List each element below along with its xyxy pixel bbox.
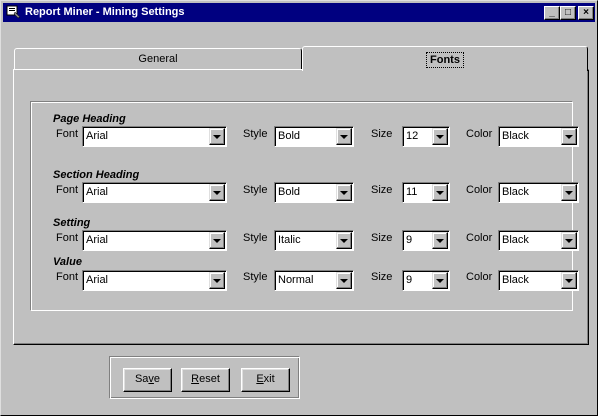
- style-label: Style: [243, 232, 268, 244]
- chevron-down-icon[interactable]: [209, 184, 225, 201]
- tab-fonts[interactable]: Fonts: [302, 46, 588, 71]
- value-size-value: 9: [406, 274, 413, 286]
- section-heading-size-select[interactable]: 11: [402, 182, 450, 203]
- page-heading-style-select[interactable]: Bold: [274, 126, 354, 147]
- size-label: Size: [371, 271, 393, 283]
- font-label: Font: [56, 184, 79, 196]
- page-heading-size-value: 12: [406, 130, 419, 142]
- chevron-down-icon[interactable]: [336, 272, 352, 289]
- value-style-select[interactable]: Normal: [274, 270, 354, 291]
- chevron-down-icon[interactable]: [209, 232, 225, 249]
- maximize-icon: □: [564, 7, 572, 18]
- chevron-down-icon[interactable]: [561, 184, 577, 201]
- chevron-down-icon[interactable]: [432, 128, 448, 145]
- exit-label-post: xit: [263, 373, 275, 385]
- value-size-select[interactable]: 9: [402, 270, 450, 291]
- section-title-setting: Setting: [53, 217, 91, 229]
- maximize-button[interactable]: □: [560, 6, 576, 20]
- value-color-select[interactable]: Black: [498, 270, 579, 291]
- exit-accel-key: E: [256, 373, 264, 385]
- page-heading-color-value: Black: [502, 130, 529, 142]
- settings-window: Report Miner - Mining Settings _ □ × Gen…: [0, 0, 598, 416]
- reset-button[interactable]: Reset: [181, 368, 230, 392]
- style-label: Style: [243, 271, 268, 283]
- close-button[interactable]: ×: [578, 6, 594, 20]
- exit-button[interactable]: Exit: [241, 368, 290, 392]
- font-label: Font: [56, 128, 79, 140]
- fonts-group-frame: Page Heading Font Arial Style Bold Size …: [30, 101, 579, 311]
- setting-font-select[interactable]: Arial: [82, 230, 227, 251]
- color-label: Color: [466, 184, 493, 196]
- setting-style-value: Italic: [278, 234, 301, 246]
- save-button[interactable]: Save: [123, 368, 172, 392]
- page-heading-font-select[interactable]: Arial: [82, 126, 227, 147]
- setting-font-value: Arial: [86, 234, 109, 246]
- value-font-select[interactable]: Arial: [82, 270, 227, 291]
- section-title-page-heading: Page Heading: [53, 113, 126, 125]
- font-label: Font: [56, 232, 79, 244]
- section-heading-style-select[interactable]: Bold: [274, 182, 354, 203]
- chevron-down-icon[interactable]: [432, 272, 448, 289]
- chevron-down-icon[interactable]: [432, 184, 448, 201]
- chevron-down-icon[interactable]: [561, 128, 577, 145]
- color-label: Color: [466, 128, 493, 140]
- page-heading-color-select[interactable]: Black: [498, 126, 579, 147]
- section-heading-color-value: Black: [502, 186, 529, 198]
- chevron-down-icon[interactable]: [561, 272, 577, 289]
- title-bar[interactable]: Report Miner - Mining Settings _ □ ×: [3, 3, 595, 22]
- section-heading-font-select[interactable]: Arial: [82, 182, 227, 203]
- chevron-down-icon[interactable]: [209, 272, 225, 289]
- section-heading-color-select[interactable]: Black: [498, 182, 579, 203]
- chevron-down-icon[interactable]: [432, 232, 448, 249]
- chevron-down-icon[interactable]: [336, 128, 352, 145]
- value-color-value: Black: [502, 274, 529, 286]
- reset-label-post: eset: [199, 373, 220, 385]
- color-label: Color: [466, 232, 493, 244]
- fonts-tab-panel: Page Heading Font Arial Style Bold Size …: [13, 69, 589, 345]
- setting-color-select[interactable]: Black: [498, 230, 579, 251]
- page-heading-size-select[interactable]: 12: [402, 126, 450, 147]
- setting-color-value: Black: [502, 234, 529, 246]
- font-label: Font: [56, 271, 79, 283]
- save-label-post: e: [153, 373, 161, 385]
- save-label-pre: Sa: [134, 373, 149, 385]
- color-label: Color: [466, 271, 493, 283]
- button-group-frame: Save Reset Exit: [109, 356, 300, 399]
- window-title: Report Miner - Mining Settings: [25, 6, 185, 18]
- value-style-value: Normal: [278, 274, 314, 286]
- size-label: Size: [371, 128, 393, 140]
- section-title-value: Value: [53, 256, 82, 268]
- value-font-value: Arial: [86, 274, 109, 286]
- size-label: Size: [371, 184, 393, 196]
- setting-size-value: 9: [406, 234, 413, 246]
- section-heading-style-value: Bold: [278, 186, 301, 198]
- close-icon: ×: [583, 7, 589, 18]
- tab-general[interactable]: General: [14, 48, 302, 70]
- section-heading-font-value: Arial: [86, 186, 109, 198]
- chevron-down-icon[interactable]: [561, 232, 577, 249]
- minimize-icon: _: [549, 7, 555, 18]
- app-icon: [6, 5, 21, 19]
- page-heading-style-value: Bold: [278, 130, 301, 142]
- style-label: Style: [243, 184, 268, 196]
- section-heading-size-value: 11: [406, 186, 418, 198]
- page-heading-font-value: Arial: [86, 130, 109, 142]
- setting-style-select[interactable]: Italic: [274, 230, 354, 251]
- chevron-down-icon[interactable]: [336, 232, 352, 249]
- minimize-button[interactable]: _: [544, 6, 560, 20]
- chevron-down-icon[interactable]: [209, 128, 225, 145]
- size-label: Size: [371, 232, 393, 244]
- tab-general-label: General: [138, 53, 178, 65]
- style-label: Style: [243, 128, 268, 140]
- reset-accel-key: R: [191, 373, 200, 385]
- setting-size-select[interactable]: 9: [402, 230, 450, 251]
- chevron-down-icon[interactable]: [336, 184, 352, 201]
- tab-fonts-label: Fonts: [426, 52, 464, 68]
- section-title-section-heading: Section Heading: [53, 169, 140, 181]
